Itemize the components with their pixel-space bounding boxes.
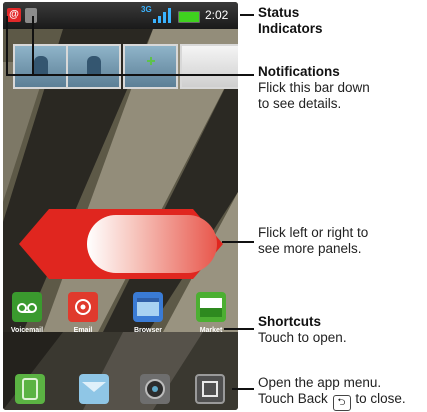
callout-shortcuts: Shortcuts Touch to open.	[258, 314, 347, 346]
callout-text: to close.	[355, 391, 406, 406]
shortcuts-leader-line	[224, 328, 254, 330]
camera-icon[interactable]	[140, 374, 170, 404]
phone-icon[interactable]	[15, 374, 45, 404]
battery-icon	[178, 11, 200, 23]
status-leader-line	[240, 14, 254, 16]
callout-title: Notifications	[258, 64, 340, 79]
app-menu-icon[interactable]	[195, 374, 225, 404]
panels-leader-line	[222, 241, 254, 243]
notifications-leader-horizontal	[6, 74, 254, 76]
callout-title: Status	[258, 5, 300, 20]
callout-text: Flick left or right to	[258, 225, 369, 240]
voicemail-icon	[12, 292, 42, 322]
app-menu-leader-line	[232, 388, 254, 390]
usb-notification-icon	[25, 8, 37, 23]
callout-title: Indicators	[258, 21, 323, 36]
callout-status-indicators: Status Indicators	[258, 5, 323, 37]
add-panel-icon-stem	[150, 57, 152, 65]
phone-screen: @ 3G 2:02 Voicemail Email Browser Market	[3, 2, 238, 410]
panel-thumbnail-icon	[34, 56, 48, 76]
mail-notification-icon: @	[7, 8, 21, 22]
callout-text: Touch to open.	[258, 330, 347, 345]
status-clock: 2:02	[205, 8, 229, 22]
panel-thumbnail-1[interactable]	[13, 44, 68, 89]
panel-thumbnail-icon	[87, 56, 101, 76]
callout-panels: Flick left or right to see more panels.	[258, 225, 368, 257]
browser-icon	[133, 292, 163, 322]
callout-text-line2: Touch Back ⮌ to close.	[258, 391, 406, 411]
back-key-icon: ⮌	[332, 395, 351, 411]
status-bar[interactable]: @ 3G 2:02	[3, 2, 238, 29]
panel-thumbnail-2[interactable]	[66, 44, 121, 89]
shortcut-voicemail[interactable]: Voicemail	[5, 292, 49, 335]
shortcut-label: Browser	[133, 327, 162, 334]
callout-text: Flick this bar down	[258, 80, 370, 95]
messaging-icon[interactable]	[79, 374, 109, 404]
panel-navigation-arrow[interactable]	[19, 209, 223, 279]
panel-thumbnail-4[interactable]	[180, 44, 238, 89]
shortcut-email[interactable]: Email	[61, 292, 105, 335]
callout-notifications: Notifications Flick this bar down to see…	[258, 64, 370, 112]
callout-text: Open the app menu.	[258, 375, 382, 390]
signal-strength-icon	[153, 8, 171, 23]
email-icon	[68, 292, 98, 322]
notifications-leader-vertical-right	[32, 16, 34, 74]
callout-title: Shortcuts	[258, 314, 322, 329]
shortcut-browser[interactable]: Browser	[126, 292, 170, 335]
market-icon	[196, 292, 226, 322]
callout-text: see more panels.	[258, 241, 362, 256]
shortcut-label: Email	[73, 327, 93, 334]
panel-thumbnail-3[interactable]	[123, 44, 178, 89]
callout-app-menu: Open the app menu. Touch Back ⮌ to close…	[258, 375, 406, 411]
callout-text: Touch Back	[258, 391, 328, 406]
shortcut-label: Voicemail	[10, 327, 44, 334]
notifications-leader-vertical-left	[6, 16, 8, 74]
network-type-indicator: 3G	[141, 5, 152, 14]
callout-text: to see details.	[258, 96, 342, 111]
